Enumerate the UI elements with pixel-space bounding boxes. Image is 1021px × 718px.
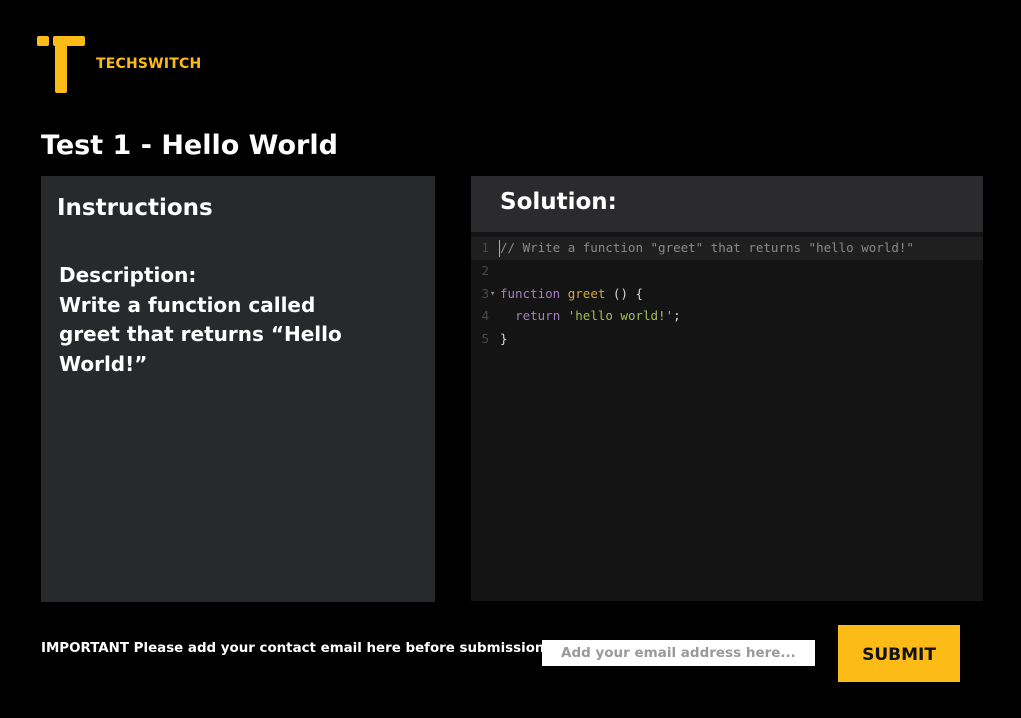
code-line-1[interactable]: 1 // Write a function "greet" that retur…	[471, 237, 983, 260]
techswitch-logo: TECHSWITCH	[37, 36, 237, 96]
code-function-name: greet	[567, 285, 606, 301]
page-title: Test 1 - Hello World	[41, 130, 338, 161]
code-editor[interactable]: 1 // Write a function "greet" that retur…	[471, 237, 983, 597]
description-text: Write a function called greet that retur…	[59, 292, 342, 376]
line-number: 2	[481, 262, 489, 278]
code-punctuation: ;	[673, 308, 681, 324]
code-string: 'hello world!'	[567, 308, 674, 324]
submit-button[interactable]: SUBMIT	[838, 625, 960, 682]
code-keyword: return	[515, 308, 561, 324]
code-comment: // Write a function "greet" that returns…	[500, 240, 914, 255]
code-line-5[interactable]: 5 }	[471, 328, 983, 351]
line-number: 3	[481, 285, 489, 301]
solution-panel: Solution: 1 // Write a function "greet" …	[471, 176, 983, 601]
description-label: Description:	[59, 263, 197, 287]
email-input[interactable]	[542, 640, 815, 666]
code-line-2[interactable]: 2	[471, 260, 983, 283]
line-number: 5	[481, 331, 489, 347]
email-instruction-label: IMPORTANT Please add your contact email …	[41, 641, 550, 656]
code-punctuation: }	[500, 331, 508, 347]
instructions-heading: Instructions	[57, 195, 213, 221]
solution-header: Solution:	[471, 176, 983, 232]
task-description: Description: Write a function called gre…	[59, 261, 359, 379]
code-punctuation: () {	[605, 285, 644, 301]
line-number: 4	[481, 308, 489, 324]
fold-toggle-icon[interactable]: ▾	[490, 283, 495, 306]
brand-name: TECHSWITCH	[96, 56, 202, 72]
code-line-4[interactable]: 4 return 'hello world!';	[471, 305, 983, 328]
code-line-3[interactable]: 3 ▾ function greet () {	[471, 283, 983, 306]
techswitch-t-icon	[37, 36, 87, 94]
code-keyword: function	[500, 285, 561, 301]
solution-heading: Solution:	[500, 189, 617, 215]
line-number: 1	[481, 240, 489, 255]
instructions-panel: Instructions Description: Write a functi…	[41, 176, 435, 602]
